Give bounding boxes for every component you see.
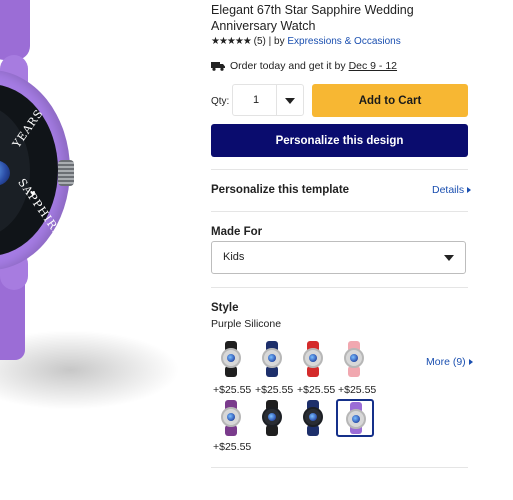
delivery-date[interactable]: Dec 9 - 12 (349, 60, 397, 72)
chevron-down-icon (285, 98, 295, 104)
chevron-down-icon (444, 255, 454, 261)
quantity-divider (276, 85, 277, 115)
divider (211, 169, 468, 170)
by-label: | by (268, 36, 285, 47)
style-swatch-2[interactable] (254, 340, 292, 378)
style-swatch-4[interactable] (336, 340, 374, 378)
personalize-template-label: Personalize this template (211, 184, 350, 196)
product-image[interactable]: YEARS SAPPHIRES ♥ (0, 0, 200, 500)
swatch-face (221, 348, 241, 368)
swatch-face (346, 409, 366, 429)
made-for-label: Made For (211, 226, 263, 238)
style-swatch-6[interactable] (254, 399, 292, 437)
swatch-price-2: +$25.55 (255, 384, 294, 396)
review-count[interactable]: (5) (254, 36, 266, 47)
swatch-price-1: +$25.55 (213, 384, 252, 396)
style-label: Style (211, 302, 239, 314)
quantity-value: 1 (253, 94, 260, 106)
personalize-button[interactable]: Personalize this design (211, 124, 468, 157)
swatch-price-3: +$25.55 (297, 384, 336, 396)
details-link[interactable]: Details (432, 184, 472, 196)
swatch-face (262, 348, 282, 368)
swatch-price-4: +$25.55 (338, 384, 377, 396)
style-swatch-5[interactable] (213, 399, 251, 437)
truck-icon (211, 62, 225, 71)
style-swatch-3[interactable] (295, 340, 333, 378)
more-styles-link[interactable]: More (9) (426, 356, 473, 368)
swatch-face (344, 348, 364, 368)
watch-strap-top (0, 0, 30, 60)
triangle-right-icon (468, 359, 473, 366)
swatch-face (303, 407, 323, 427)
image-shadow (0, 330, 180, 410)
swatch-face (262, 407, 282, 427)
made-for-value: Kids (223, 251, 245, 263)
made-for-select[interactable]: Kids (211, 241, 466, 274)
style-selected-value: Purple Silicone (211, 318, 282, 330)
triangle-right-icon (467, 187, 472, 194)
details-link-text: Details (432, 184, 465, 196)
watch-crown (58, 160, 74, 186)
delivery-info: Order today and get it by Dec 9 - 12 (211, 60, 397, 72)
style-swatch-1[interactable] (213, 340, 251, 378)
delivery-text: Order today and get it by (230, 60, 346, 72)
more-styles-text: More (9) (426, 356, 466, 368)
swatch-face (221, 407, 241, 427)
quantity-select[interactable]: 1 (232, 84, 304, 116)
star-rating-icon: ★★★★★ (211, 36, 252, 47)
style-swatch-7[interactable] (295, 399, 333, 437)
divider (211, 467, 468, 468)
divider (211, 287, 468, 288)
heart-icon: ♥ (30, 188, 36, 198)
seller-link[interactable]: Expressions & Occasions (287, 36, 400, 47)
swatch-price-5: +$25.55 (213, 441, 252, 453)
swatch-face (303, 348, 323, 368)
divider (211, 211, 468, 212)
qty-label: Qty: (211, 96, 230, 107)
rating-row: ★★★★★ (5) | by Expressions & Occasions (211, 36, 401, 47)
add-to-cart-button[interactable]: Add to Cart (312, 84, 468, 117)
style-swatch-8-selected[interactable] (336, 399, 374, 437)
product-title: Elegant 67th Star Sapphire Wedding Anniv… (211, 3, 414, 33)
